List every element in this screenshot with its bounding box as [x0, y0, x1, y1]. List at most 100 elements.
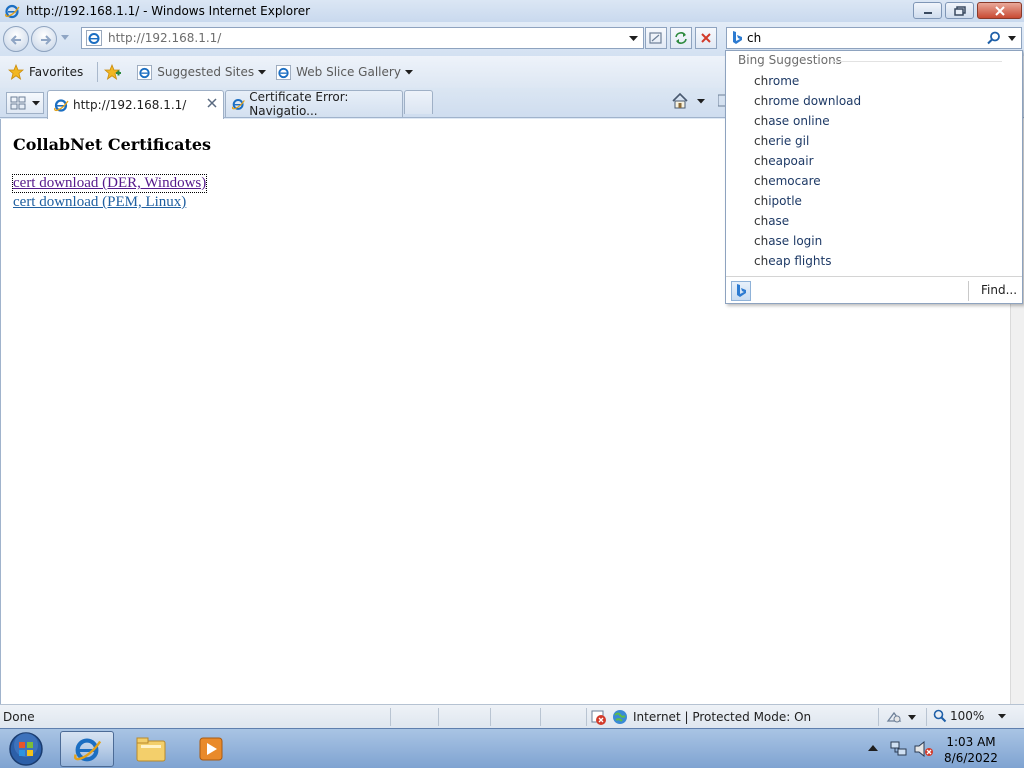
favorites-button[interactable]: Favorites	[8, 64, 83, 80]
suggestion-item[interactable]: chase	[726, 211, 1022, 231]
bing-provider-button[interactable]	[731, 281, 751, 301]
clock-date: 8/6/2022	[944, 751, 998, 765]
address-bar[interactable]: http://192.168.1.1/	[81, 27, 644, 49]
minimize-icon	[923, 11, 932, 14]
forward-arrow-icon	[41, 35, 52, 45]
suggestion-item[interactable]: chrome download	[726, 91, 1022, 111]
volume-muted-icon[interactable]	[914, 741, 934, 757]
start-button[interactable]	[4, 730, 46, 768]
address-dropdown-icon[interactable]	[629, 36, 638, 42]
cert-download-pem-link[interactable]: cert download (PEM, Linux)	[13, 194, 186, 211]
window-title: http://192.168.1.1/ - Windows Internet E…	[26, 4, 311, 18]
stop-x-icon	[701, 33, 711, 43]
internet-explorer-icon	[74, 738, 102, 762]
suggestions-header-rule	[832, 61, 1002, 62]
quick-tabs-grid-icon	[10, 96, 26, 110]
suggestion-item[interactable]: chrome	[726, 71, 1022, 91]
back-button[interactable]	[3, 26, 29, 52]
favorites-divider	[97, 62, 99, 82]
forward-button[interactable]	[31, 26, 57, 52]
new-tab-button[interactable]	[404, 90, 433, 114]
refresh-icon	[675, 32, 687, 44]
stop-button[interactable]	[695, 27, 717, 49]
refresh-button[interactable]	[670, 27, 692, 49]
media-player-icon	[199, 737, 223, 761]
address-url: http://192.168.1.1/	[108, 31, 222, 45]
tab-ie-icon	[54, 99, 69, 112]
zoom-level[interactable]: 100%	[933, 709, 1007, 723]
tab-active[interactable]: http://192.168.1.1/	[47, 90, 224, 119]
clock[interactable]: 1:03 AM 8/6/2022	[936, 734, 1006, 766]
change-status-bar-settings-icon[interactable]	[886, 709, 916, 725]
title-bar: http://192.168.1.1/ - Windows Internet E…	[0, 0, 1024, 22]
suggestion-item[interactable]: chase online	[726, 111, 1022, 131]
suggestions-header: Bing Suggestions	[738, 53, 842, 67]
favorites-label: Favorites	[29, 65, 84, 79]
tab-label: http://192.168.1.1/	[73, 98, 187, 112]
back-arrow-icon	[10, 35, 21, 45]
recent-pages-dropdown-icon[interactable]	[61, 35, 69, 41]
taskbar-windows-explorer[interactable]	[124, 731, 178, 767]
compatibility-view-button[interactable]	[645, 27, 667, 49]
zoom-dropdown-icon	[998, 713, 1007, 718]
add-favorite-star-icon	[104, 64, 122, 80]
suggestion-item[interactable]: chipotle	[726, 191, 1022, 211]
zoom-magnifier-icon	[933, 709, 947, 723]
windows-start-icon	[9, 732, 43, 766]
page-heading: CollabNet Certificates	[13, 135, 212, 154]
suggested-sites-label: Suggested Sites	[157, 65, 255, 79]
minimize-button[interactable]	[913, 2, 942, 19]
tab-list-dropdown-icon	[32, 100, 40, 105]
blocked-content-icon[interactable]	[591, 710, 607, 726]
web-slice-ie-icon	[276, 64, 292, 80]
internet-globe-icon	[613, 710, 627, 724]
status-divider	[390, 708, 391, 726]
zoom-value: 100%	[950, 709, 985, 723]
find-on-page-button[interactable]: Find...	[981, 283, 1017, 297]
search-input[interactable]	[747, 31, 967, 45]
compatibility-view-icon	[649, 32, 662, 44]
search-magnifier-icon[interactable]	[987, 31, 1001, 45]
suggestion-item[interactable]: chemocare	[726, 171, 1022, 191]
show-hidden-icons-arrow[interactable]	[868, 744, 878, 752]
suggested-sites-button[interactable]: Suggested Sites	[137, 64, 267, 80]
home-button[interactable]	[671, 92, 705, 110]
tab-certificate-error[interactable]: Certificate Error: Navigatio...	[225, 90, 403, 118]
taskbar-media-player[interactable]	[184, 731, 238, 767]
taskbar-internet-explorer[interactable]	[60, 731, 114, 767]
status-divider	[586, 708, 587, 726]
close-window-button[interactable]	[977, 2, 1022, 19]
search-suggestions-dropdown: Bing Suggestions chrome chrome download …	[725, 50, 1023, 304]
folder-icon	[136, 737, 166, 762]
suggestion-item[interactable]: cheap flights	[726, 251, 1022, 271]
home-dropdown-icon	[697, 98, 705, 103]
tab-close-icon[interactable]	[207, 98, 217, 108]
web-slice-gallery-label: Web Slice Gallery	[296, 65, 401, 79]
restore-icon	[953, 5, 966, 16]
zone-label: Internet | Protected Mode: On	[633, 710, 812, 724]
status-divider	[540, 708, 541, 726]
suggestion-item[interactable]: cherie gil	[726, 131, 1022, 151]
status-text: Done	[3, 710, 35, 724]
search-box[interactable]	[726, 27, 1022, 49]
suggestions-footer: Find...	[726, 276, 1022, 304]
suggested-sites-ie-icon	[137, 64, 153, 80]
network-icon[interactable]	[890, 741, 908, 757]
restore-button[interactable]	[945, 2, 974, 19]
cert-download-der-link[interactable]: cert download (DER, Windows)	[11, 174, 208, 193]
suggestion-item[interactable]: chase login	[726, 231, 1022, 251]
bing-icon	[737, 284, 746, 297]
web-slice-gallery-button[interactable]: Web Slice Gallery	[276, 64, 413, 80]
home-icon	[672, 92, 688, 109]
add-to-favorites-bar-button[interactable]	[104, 64, 127, 80]
tab-label: Certificate Error: Navigatio...	[249, 90, 349, 118]
suggestion-item[interactable]: cheapoair	[726, 151, 1022, 171]
security-zone[interactable]: Internet | Protected Mode: On	[612, 709, 811, 725]
search-options-dropdown-icon[interactable]	[1008, 36, 1016, 42]
status-divider	[438, 708, 439, 726]
internet-explorer-icon	[5, 4, 20, 19]
status-divider	[490, 708, 491, 726]
quick-tabs-button[interactable]	[6, 92, 44, 114]
footer-divider	[968, 281, 969, 301]
status-divider	[926, 708, 927, 726]
